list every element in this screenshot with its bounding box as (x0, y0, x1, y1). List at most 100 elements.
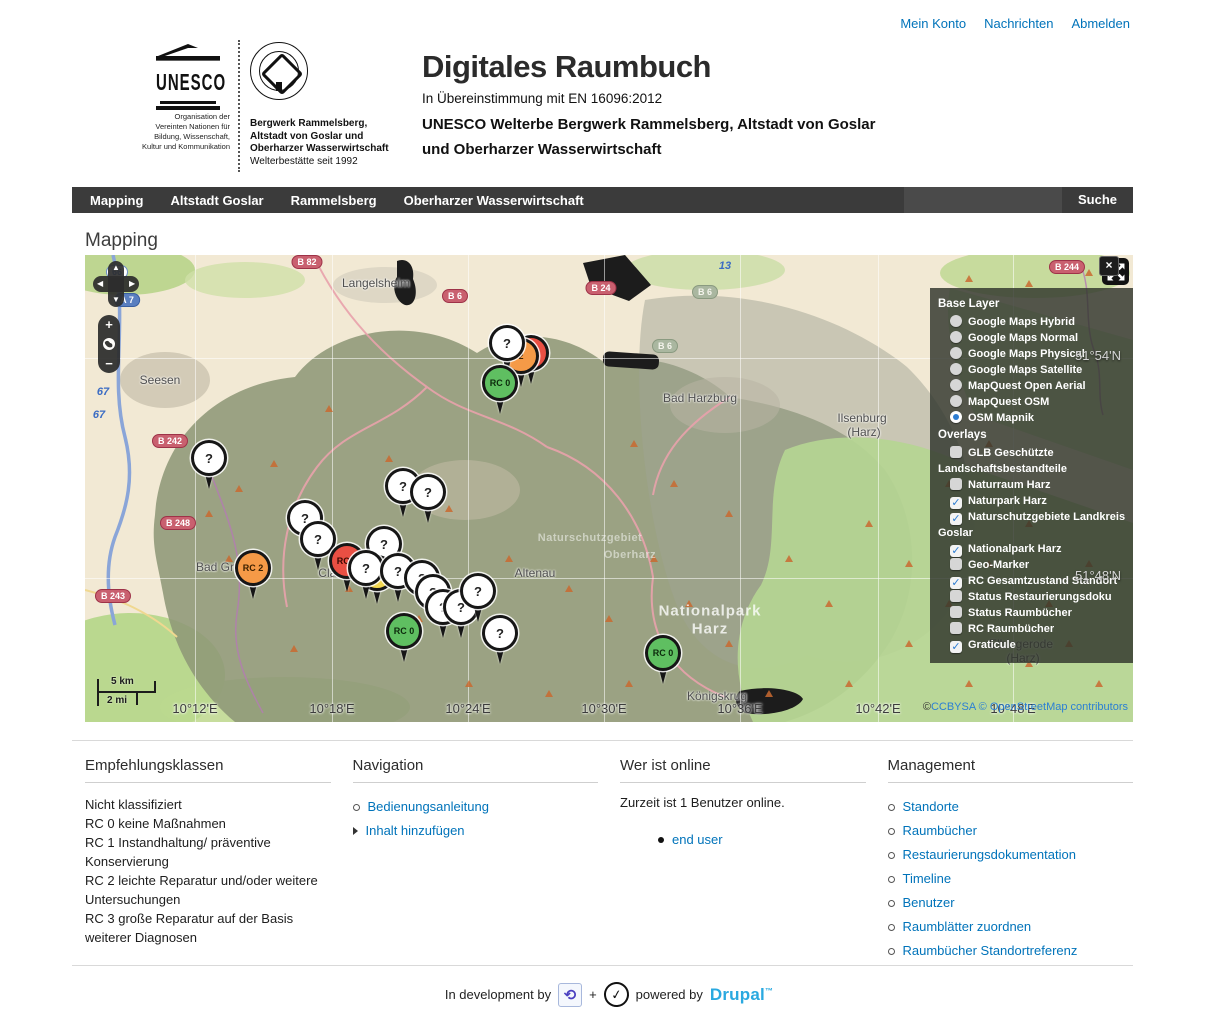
peak-icon (725, 640, 733, 647)
base-layer-option[interactable]: MapQuest OSM (938, 394, 1127, 410)
overlay-option[interactable]: Status Raumbücher (938, 605, 1127, 621)
base-layer-option[interactable]: OSM Mapnik (938, 410, 1127, 426)
map-marker[interactable]: ? (489, 325, 525, 361)
marker-head-icon[interactable]: RC 0 (645, 635, 681, 671)
pan-down-arrow[interactable]: ▼ (112, 296, 120, 304)
osm-link[interactable]: © OpenStreetMap contributors (979, 701, 1128, 713)
map-canvas[interactable]: 10°12'E10°18'E10°24'E10°30'E10°36'E10°42… (85, 255, 1133, 722)
overlay-label: Naturraum Harz (968, 479, 1051, 491)
base-layer-option[interactable]: Google Maps Hybrid (938, 314, 1127, 330)
layer-panel-close-button[interactable]: × (1099, 256, 1119, 276)
road-badge: 13 (714, 259, 736, 273)
marker-head-icon[interactable]: ? (482, 615, 518, 651)
radio-icon[interactable] (950, 331, 962, 343)
marker-head-icon[interactable]: ? (191, 440, 227, 476)
map-marker[interactable]: RC 0 (482, 365, 518, 401)
nav-item-oberharzer-wasserwirtschaft[interactable]: Oberharzer Wasserwirtschaft (404, 193, 584, 208)
map-marker[interactable]: ? (348, 550, 384, 586)
pan-control[interactable]: ▲ ▼ ◀ ▶ (93, 261, 139, 307)
marker-head-icon[interactable]: ? (460, 573, 496, 609)
marker-head-icon[interactable]: ? (410, 474, 446, 510)
drupal-logo: Drupal™ (710, 985, 773, 1005)
checkbox-icon[interactable] (950, 478, 962, 490)
map-marker[interactable]: ? (191, 440, 227, 476)
base-layer-option[interactable]: Google Maps Satellite (938, 362, 1127, 378)
map-marker[interactable]: ? (410, 474, 446, 510)
management-link[interactable]: Timeline (903, 867, 952, 891)
zoom-in-button[interactable]: + (105, 318, 113, 331)
map-attribution: ©CCBYSA © OpenStreetMap contributors (923, 701, 1128, 713)
radio-icon[interactable] (950, 395, 962, 407)
overlay-option[interactable]: ✓Graticule (938, 637, 1127, 653)
zoom-world-icon[interactable] (102, 337, 116, 351)
map-marker[interactable]: RC 2 (235, 550, 271, 586)
overlay-option[interactable]: ✓Naturpark Harz (938, 493, 1127, 509)
management-link[interactable]: Raumblätter zuordnen (903, 915, 1032, 939)
checkbox-icon[interactable] (950, 590, 962, 602)
search-button[interactable]: Suche (1062, 187, 1133, 213)
ccbysa-link[interactable]: CCBYSA (931, 701, 976, 713)
radio-icon[interactable] (950, 315, 962, 327)
circle-bullet-icon (888, 876, 895, 883)
overlay-option[interactable]: Naturraum Harz (938, 477, 1127, 493)
management-link[interactable]: Restaurierungsdokumentation (903, 843, 1076, 867)
map-marker[interactable]: RC 0 (645, 635, 681, 671)
checkbox-icon[interactable] (950, 558, 962, 570)
checkbox-icon[interactable] (950, 606, 962, 618)
zoom-control[interactable]: + − (98, 315, 120, 373)
peak-icon (905, 560, 913, 567)
graticule-line (332, 255, 333, 722)
footer-nav-link[interactable]: Inhalt hinzufügen (366, 819, 465, 843)
marker-head-icon[interactable]: RC 2 (235, 550, 271, 586)
map-marker[interactable]: ? (460, 573, 496, 609)
overlay-option[interactable]: Status Restaurierungsdoku (938, 589, 1127, 605)
peak-icon (270, 460, 278, 467)
marker-head-icon[interactable]: ? (489, 325, 525, 361)
overlay-option[interactable]: ✓Naturschutzgebiete Landkreis Goslar (938, 509, 1127, 541)
management-link[interactable]: Raumbücher Standortreferenz (903, 939, 1078, 963)
user-menu-link[interactable]: Mein Konto (900, 16, 966, 31)
pan-right-arrow[interactable]: ▶ (129, 280, 135, 288)
user-menu-link[interactable]: Nachrichten (984, 16, 1053, 31)
user-menu-link[interactable]: Abmelden (1071, 16, 1130, 31)
marker-head-icon[interactable]: RC 0 (386, 613, 422, 649)
radio-icon[interactable] (950, 411, 962, 423)
marker-head-icon[interactable]: ? (348, 550, 384, 586)
checkbox-icon[interactable] (950, 622, 962, 634)
checkbox-icon[interactable]: ✓ (950, 497, 962, 509)
overlay-list: GLB Geschützte Landschaftsbestandteile Na… (938, 445, 1127, 653)
footer-nav-link[interactable]: Bedienungsanleitung (368, 795, 489, 819)
pan-left-arrow[interactable]: ◀ (97, 280, 103, 288)
overlay-option[interactable]: ✓Nationalpark Harz (938, 541, 1127, 557)
marker-head-icon[interactable]: RC 0 (482, 365, 518, 401)
management-link[interactable]: Standorte (903, 795, 959, 819)
overlay-option[interactable]: RC Raumbücher (938, 621, 1127, 637)
pan-up-arrow[interactable]: ▲ (112, 264, 120, 272)
divider-dotted (238, 40, 240, 172)
graticule-lat-label: 51°54'N (1075, 348, 1121, 363)
radio-icon[interactable] (950, 363, 962, 375)
checkbox-icon[interactable]: ✓ (950, 545, 962, 557)
place-label: Langelsheim (342, 276, 410, 290)
checkbox-icon[interactable] (950, 446, 962, 458)
checkbox-icon[interactable]: ✓ (950, 577, 962, 589)
nav-item-mapping[interactable]: Mapping (90, 193, 143, 208)
nav-item-altstadt-goslar[interactable]: Altstadt Goslar (170, 193, 263, 208)
map-marker[interactable]: ? (482, 615, 518, 651)
radio-icon[interactable] (950, 347, 962, 359)
management-link[interactable]: Benutzer (903, 891, 955, 915)
online-user-link[interactable]: end user (672, 828, 723, 852)
graticule-lon-label: 10°36'E (717, 701, 762, 716)
radio-icon[interactable] (950, 379, 962, 391)
checkbox-icon[interactable]: ✓ (950, 641, 962, 653)
overlay-option[interactable]: GLB Geschützte Landschaftsbestandteile (938, 445, 1127, 477)
management-link[interactable]: Raumbücher (903, 819, 977, 843)
nav-item-rammelsberg[interactable]: Rammelsberg (291, 193, 377, 208)
base-layer-option[interactable]: MapQuest Open Aerial (938, 378, 1127, 394)
base-layer-option[interactable]: Google Maps Normal (938, 330, 1127, 346)
zoom-out-button[interactable]: − (105, 357, 113, 370)
map-marker[interactable]: RC 0 (386, 613, 422, 649)
search-input[interactable] (904, 187, 1062, 213)
main-nav: Mapping Altstadt Goslar Rammelsberg Oberhar… (72, 187, 1133, 213)
checkbox-icon[interactable]: ✓ (950, 513, 962, 525)
